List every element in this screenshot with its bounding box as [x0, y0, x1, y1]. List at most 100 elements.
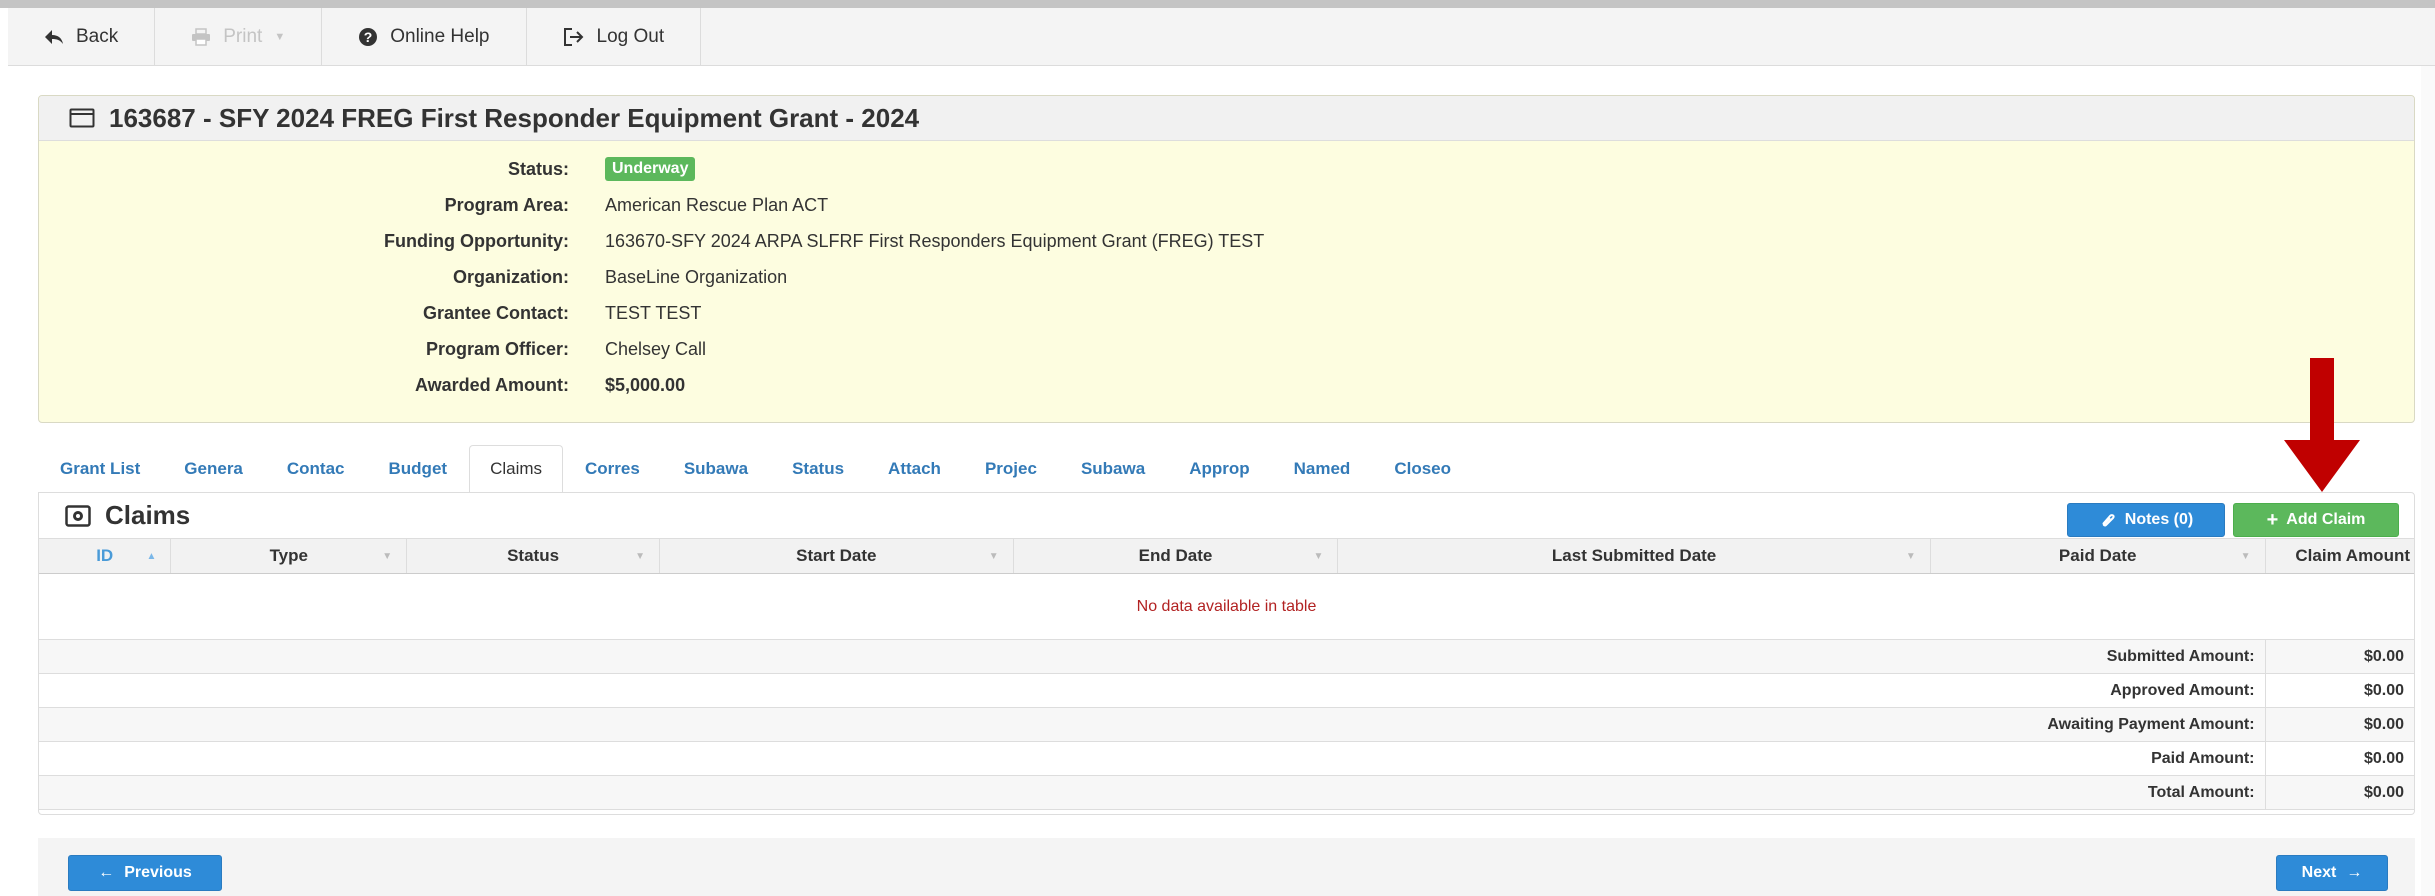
tab-correspondence[interactable]: Corres [563, 445, 662, 492]
awarded-row: Awarded Amount: $5,000.00 [39, 367, 2414, 403]
empty-message: No data available in table [39, 573, 2414, 640]
logout-button[interactable]: Log Out [527, 7, 702, 66]
tab-budget[interactable]: Budget [367, 445, 470, 492]
column-header-id[interactable]: ID ▲ [39, 538, 172, 574]
sort-icon: ▼ [635, 551, 645, 562]
status-row: Status: Underway [39, 151, 2414, 187]
add-claim-label: Add Claim [2286, 511, 2366, 528]
summary-value: $0.00 [2265, 673, 2414, 708]
program-area-value: American Rescue Plan ACT [605, 194, 829, 215]
plus-icon: + [2266, 508, 2279, 531]
notes-label: Notes (0) [2124, 511, 2194, 528]
annotation-arrow-icon [2284, 358, 2360, 492]
next-button[interactable]: Next → [2276, 855, 2388, 891]
add-claim-button[interactable]: + Add Claim [2233, 503, 2399, 537]
online-help-label: Online Help [390, 25, 490, 47]
summary-value: $0.00 [2265, 707, 2414, 742]
funding-row: Funding Opportunity: 163670-SFY 2024 ARP… [39, 223, 2414, 259]
tab-named[interactable]: Named [1272, 445, 1373, 492]
tab-bar: Grant List Genera Contac Budget Claims C… [38, 445, 1473, 492]
logout-label: Log Out [596, 25, 665, 47]
tab-status[interactable]: Status [770, 445, 866, 492]
column-header-end-date[interactable]: End Date ▼ [1013, 538, 1339, 574]
contact-row: Grantee Contact: TEST TEST [39, 295, 2414, 331]
sort-asc-icon: ▲ [146, 551, 157, 562]
organization-value: BaseLine Organization [605, 266, 788, 287]
tab-grant-list[interactable]: Grant List [38, 445, 162, 492]
organization-row: Organization: BaseLine Organization [39, 259, 2414, 295]
sort-icon: ▼ [988, 551, 999, 562]
awarded-label: Awarded Amount: [414, 374, 569, 395]
window-icon [69, 108, 95, 128]
column-header-status[interactable]: Status ▼ [406, 538, 660, 574]
grant-title: 163687 - SFY 2024 FREG First Responder E… [109, 102, 920, 133]
tab-general[interactable]: Genera [162, 445, 265, 492]
previous-button[interactable]: ← Previous [68, 855, 222, 891]
funding-value: 163670-SFY 2024 ARPA SLFRF First Respond… [605, 230, 1265, 251]
tab-subawards-2[interactable]: Subawa [1059, 445, 1167, 492]
arrow-right-icon: → [2346, 864, 2363, 881]
officer-row: Program Officer: Chelsey Call [39, 331, 2414, 367]
summary-row-awaiting: Awaiting Payment Amount: $0.00 [39, 707, 2414, 742]
claims-panel: Claims Notes (0) + Add Claim ID ▲ Type ▼ S… [38, 492, 2415, 815]
awarded-value: $5,000.00 [605, 374, 686, 395]
footer-bar [38, 838, 2415, 896]
contact-label: Grantee Contact: [422, 302, 569, 323]
back-arrow-icon [45, 29, 63, 44]
svg-text:?: ? [364, 29, 373, 45]
tab-closeout[interactable]: Closeo [1372, 445, 1473, 492]
sort-icon: ▼ [1905, 551, 1916, 562]
claims-header: Claims Notes (0) + Add Claim [39, 493, 2414, 538]
summary-label: Total Amount: [39, 775, 2266, 810]
tab-subawards[interactable]: Subawa [662, 445, 770, 492]
organization-label: Organization: [453, 266, 569, 287]
next-label: Next [2301, 864, 2337, 881]
claims-title: Claims [105, 500, 191, 530]
paperclip-icon [2102, 514, 2115, 527]
summary-row-approved: Approved Amount: $0.00 [39, 673, 2414, 708]
tab-projects[interactable]: Projec [963, 445, 1059, 492]
funding-label: Funding Opportunity: [384, 230, 569, 251]
question-circle-icon: ? [359, 27, 378, 46]
grant-summary-panel: 163687 - SFY 2024 FREG First Responder E… [38, 95, 2415, 423]
print-button[interactable]: Print ▼ [155, 7, 323, 66]
officer-label: Program Officer: [425, 338, 569, 359]
notes-button[interactable]: Notes (0) [2067, 503, 2225, 537]
summary-row-submitted: Submitted Amount: $0.00 [39, 639, 2414, 674]
summary-row-paid: Paid Amount: $0.00 [39, 741, 2414, 776]
sort-icon: ▼ [2240, 551, 2251, 562]
summary-label: Approved Amount: [39, 673, 2266, 708]
previous-label: Previous [124, 864, 192, 881]
column-header-paid-date[interactable]: Paid Date ▼ [1930, 538, 2266, 574]
summary-label: Paid Amount: [39, 741, 2266, 776]
column-header-claim-amount[interactable]: Claim Amount [2265, 538, 2414, 574]
caret-down-icon: ▼ [274, 30, 286, 43]
summary-value: $0.00 [2265, 639, 2414, 674]
column-header-start-date[interactable]: Start Date ▼ [659, 538, 1014, 574]
status-badge: Underway [605, 157, 696, 181]
tab-attachments[interactable]: Attach [866, 445, 963, 492]
summary-label: Submitted Amount: [39, 639, 2266, 674]
program-area-row: Program Area: American Rescue Plan ACT [39, 187, 2414, 223]
tab-contacts[interactable]: Contac [265, 445, 367, 492]
tab-approp[interactable]: Approp [1167, 445, 1271, 492]
window-edge [2421, 66, 2435, 896]
claims-table: ID ▲ Type ▼ Status ▼ Start Date ▼ End Date ▼ … [39, 538, 2414, 810]
officer-value: Chelsey Call [605, 338, 707, 359]
online-help-button[interactable]: ? Online Help [322, 7, 527, 66]
sort-icon: ▼ [382, 551, 393, 562]
arrow-left-icon: ← [98, 864, 115, 881]
column-header-last-submitted-date[interactable]: Last Submitted Date ▼ [1337, 538, 1931, 574]
grant-info: Status: Underway Program Area: American … [39, 151, 2414, 403]
tab-claims[interactable]: Claims [469, 445, 564, 492]
toolbar: Back Print ▼ ? Online Help Log Out [8, 7, 2435, 66]
back-button[interactable]: Back [8, 7, 156, 66]
column-header-type[interactable]: Type ▼ [170, 538, 408, 574]
contact-value: TEST TEST [605, 302, 702, 323]
back-label: Back [76, 25, 119, 47]
sort-icon: ▼ [1313, 551, 1324, 562]
summary-value: $0.00 [2265, 741, 2414, 776]
grant-header: 163687 - SFY 2024 FREG First Responder E… [39, 96, 2414, 141]
money-icon [65, 504, 91, 527]
program-area-label: Program Area: [444, 194, 569, 215]
